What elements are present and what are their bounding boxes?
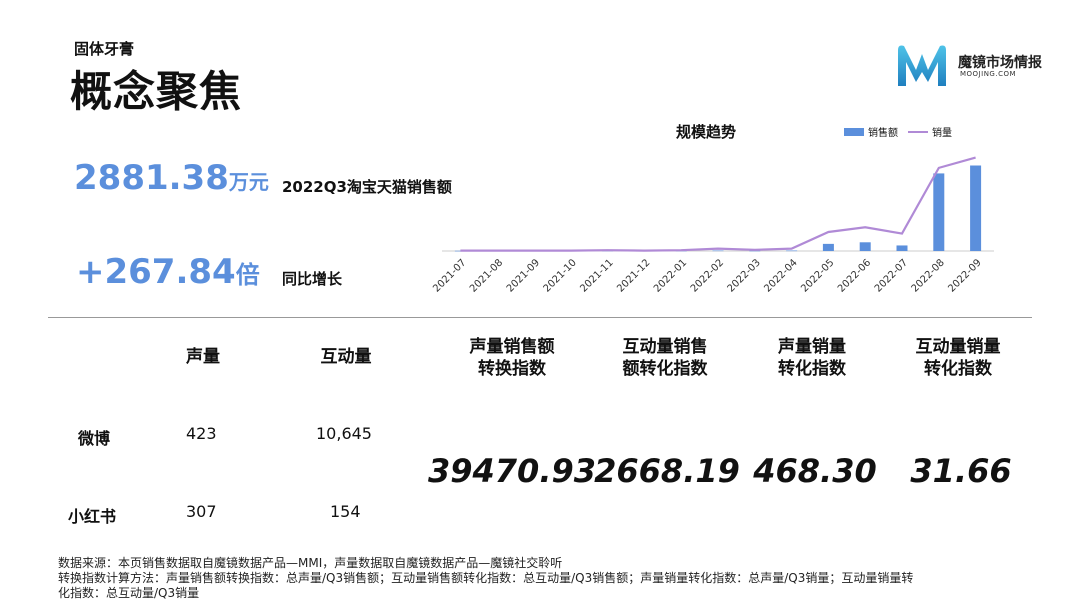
x-tick-label: 2022-03 xyxy=(726,257,763,294)
x-tick-label: 2022-01 xyxy=(652,257,689,294)
x-tick-label: 2021-11 xyxy=(578,257,615,294)
header-volume: 声量 xyxy=(186,347,220,367)
xiaohongshu-volume: 307 xyxy=(186,502,217,521)
section-divider xyxy=(48,317,1032,318)
x-tick-label: 2021-09 xyxy=(505,257,542,294)
footer-line-2: 转换指数计算方法：声量销售额转换指数：总声量/Q3销售额；互动量销售额转化指数：… xyxy=(58,571,914,585)
bar-2022-02 xyxy=(712,250,724,252)
x-tick-label: 2022-07 xyxy=(873,257,910,294)
x-tick-label: 2022-08 xyxy=(910,257,947,294)
weibo-volume: 423 xyxy=(186,424,217,443)
index-value-4: 31.66 xyxy=(910,452,1012,490)
logo-name: 魔镜市场情报 xyxy=(958,55,1042,71)
sales-unit: 万元 xyxy=(228,170,269,194)
header-index-2-line2: 额转化指数 xyxy=(622,359,708,379)
index-value-1: 39470.93 xyxy=(427,452,596,490)
bar-2022-04 xyxy=(786,250,798,252)
growth-label: 同比增长 xyxy=(282,270,343,288)
footer-notes: 数据来源：本页销售数据取自魔镜数据产品—MMI，声量数据取自魔镜数据产品—魔镜社… xyxy=(58,556,1028,601)
legend-bar-swatch xyxy=(844,127,864,136)
row-label-weibo: 微博 xyxy=(78,429,111,448)
page-subtitle: 固体牙膏 xyxy=(74,40,135,58)
x-tick-label: 2022-02 xyxy=(689,257,726,294)
x-tick-label: 2022-09 xyxy=(946,257,983,294)
growth-value: +267.84 xyxy=(76,252,236,292)
header-index-3: 声量销量 转化指数 xyxy=(752,336,872,380)
logo-url: MOOJING.COM xyxy=(960,70,1017,78)
header-index-1: 声量销售额 转换指数 xyxy=(452,336,572,380)
trend-chart: 2021-07 2021-08 2021-09 2021-10 2021-11 2021-… xyxy=(431,156,994,295)
legend-volume: 销量 xyxy=(932,128,952,139)
header-index-3-line2: 转化指数 xyxy=(778,359,846,379)
x-tick-label: 2022-04 xyxy=(762,257,799,294)
bar-2022-06 xyxy=(859,242,871,251)
header-index-2: 互动量销售 额转化指数 xyxy=(605,336,725,380)
x-tick-label: 2022-06 xyxy=(836,257,873,294)
header-interaction: 互动量 xyxy=(320,347,372,367)
header-index-4-line2: 转化指数 xyxy=(924,359,992,379)
sales-kpi: 2881.38万元 xyxy=(74,158,269,198)
moojing-logo-icon xyxy=(898,45,946,86)
bar-2022-09 xyxy=(970,165,982,251)
x-tick-label: 2021-07 xyxy=(431,257,468,294)
bar-2022-05 xyxy=(822,243,834,251)
bar-2022-08 xyxy=(933,173,945,251)
footer-line-3: 化指数：总互动量/Q3销量 xyxy=(58,586,200,600)
header-index-2-line1: 互动量销售 xyxy=(622,337,708,357)
index-value-2: 2668.19 xyxy=(594,452,740,490)
header-index-1-line2: 转换指数 xyxy=(478,359,546,379)
x-tick-label: 2021-12 xyxy=(615,257,652,294)
page-title: 概念聚焦 xyxy=(70,67,243,116)
chart-title: 规模趋势 xyxy=(676,123,737,141)
xiaohongshu-interaction: 154 xyxy=(330,502,361,521)
x-tick-label: 2022-05 xyxy=(799,257,836,294)
bar-2022-07 xyxy=(896,245,908,251)
x-tick-label: 2021-10 xyxy=(542,257,579,294)
row-label-xiaohongshu: 小红书 xyxy=(68,507,117,526)
header-index-3-line1: 声量销量 xyxy=(778,337,846,357)
footer-line-1: 数据来源：本页销售数据取自魔镜数据产品—MMI，声量数据取自魔镜数据产品—魔镜社… xyxy=(58,556,563,570)
growth-unit: 倍 xyxy=(235,261,260,289)
index-value-3: 468.30 xyxy=(753,452,877,490)
x-tick-label: 2021-08 xyxy=(468,257,505,294)
line-series-volume xyxy=(460,156,976,252)
sales-value: 2881.38 xyxy=(74,158,229,198)
legend-line-swatch xyxy=(908,130,928,133)
header-index-1-line1: 声量销售额 xyxy=(469,337,555,357)
header-index-4: 互动量销量 转化指数 xyxy=(898,336,1018,380)
chart-legend: 销售额 销量 xyxy=(844,124,952,139)
legend-sales: 销售额 xyxy=(868,128,898,139)
header-index-4-line1: 互动量销量 xyxy=(915,337,1001,357)
growth-kpi: +267.84倍 xyxy=(76,252,260,292)
weibo-interaction: 10,645 xyxy=(316,424,372,443)
